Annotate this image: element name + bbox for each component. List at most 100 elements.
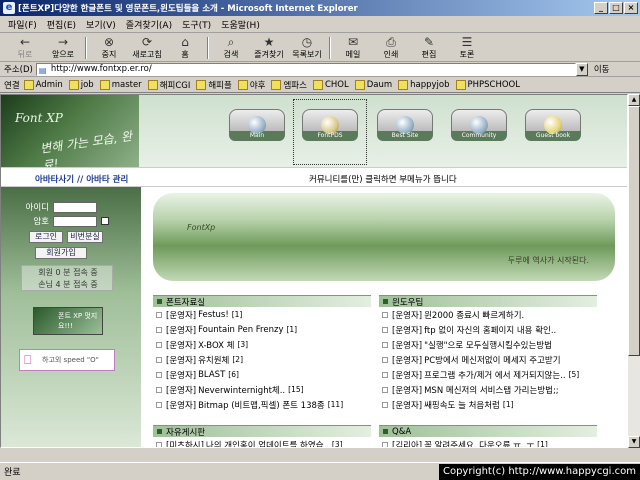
address-input[interactable]: ▤ http://www.fontxp.er.ro/ bbox=[35, 62, 576, 76]
discuss-button[interactable]: ☰ 토론 bbox=[448, 34, 486, 60]
speed-banner[interactable]: 하고외 speed "O" bbox=[19, 349, 115, 371]
nav-bestsite[interactable]: Best Site bbox=[377, 109, 433, 153]
board-header: 윈도우팁 bbox=[379, 295, 597, 308]
link-job[interactable]: job bbox=[69, 80, 94, 90]
window-titlebar[interactable]: e [폰트XP]다양한 한글폰트 및 영문폰트,윈도팁들을 소개 - Micro… bbox=[0, 0, 640, 16]
forward-button[interactable]: → 앞으로 bbox=[44, 35, 82, 60]
scroll-down-icon[interactable]: ▼ bbox=[628, 436, 640, 448]
fontxp-banner[interactable]: 폰트 XP 멋지요!!! bbox=[33, 307, 103, 335]
standard-toolbar: ← 뒤로 → 앞으로 ⊗ 중지 ⟳ 새로고침 ⌂ 홈 ⌕ 검색 ★ 즐겨찾기 ◷ 목록보기 ✉ 메… bbox=[0, 34, 640, 62]
home-button[interactable]: ⌂ 홈 bbox=[166, 35, 204, 60]
menu-file[interactable]: 파일(F) bbox=[8, 18, 37, 31]
list-item[interactable]: [운영자] Festus! [1] bbox=[153, 307, 371, 322]
refresh-button[interactable]: ⟳ 새로고침 bbox=[128, 35, 166, 60]
bullet-icon bbox=[156, 326, 162, 333]
window-title: [폰트XP]다양한 한글폰트 및 영문폰트,윈도팁들을 소개 - Microso… bbox=[18, 4, 358, 14]
link-chol[interactable]: CHOL bbox=[313, 80, 349, 90]
search-icon: ⌕ bbox=[227, 34, 235, 49]
address-url: http://www.fontxp.er.ro/ bbox=[50, 63, 152, 74]
bullet-icon bbox=[382, 441, 388, 447]
link-master[interactable]: master bbox=[100, 80, 142, 90]
list-item[interactable]: [운영자] 유치원체 [2] bbox=[153, 352, 371, 367]
edit-button[interactable]: ✎ 편집 bbox=[410, 34, 448, 60]
edit-icon: ✎ bbox=[423, 34, 435, 49]
nav-fontpds[interactable]: FontPDS bbox=[302, 109, 358, 153]
copyright-overlay: Copyright(c) http://www.happycgi.com bbox=[438, 464, 640, 480]
scroll-thumb[interactable] bbox=[628, 106, 640, 356]
site-logo[interactable]: Font XP bbox=[15, 111, 63, 125]
link-happyjob[interactable]: happyjob bbox=[398, 80, 449, 90]
bullet-icon bbox=[156, 311, 162, 318]
minimize-button[interactable]: _ bbox=[594, 2, 608, 14]
list-item[interactable]: [운영자] MSN 메신저의 서비스탭 가리는방법;; bbox=[379, 382, 597, 397]
page-viewport: Font XP 변해 가는 모습, 완료! Main FontPDS Best … bbox=[0, 94, 628, 448]
link-happyple[interactable]: 해피플 bbox=[196, 79, 231, 91]
link-admin[interactable]: Admin bbox=[24, 80, 63, 90]
list-item[interactable]: [운영자] 쌔핑속도 늘 처음처럼 [1] bbox=[379, 397, 597, 412]
search-button[interactable]: ⌕ 검색 bbox=[212, 34, 250, 60]
stop-button[interactable]: ⊗ 중지 bbox=[90, 34, 128, 60]
id-input[interactable] bbox=[53, 201, 97, 213]
menu-help[interactable]: 도움말(H) bbox=[221, 18, 260, 31]
close-button[interactable]: × bbox=[624, 2, 638, 14]
link-happycgi[interactable]: 해피CGI bbox=[148, 79, 191, 91]
discuss-icon: ☰ bbox=[461, 34, 473, 49]
nav-guestbook[interactable]: Guest book bbox=[525, 109, 581, 153]
link-phpschool[interactable]: PHPSCHOOL bbox=[456, 80, 520, 90]
list-item[interactable]: [김리아] 꼭 알려주세요. 다운오류 ㅠ..ㅜ [1] bbox=[379, 437, 597, 447]
id-row: 아이디 bbox=[9, 201, 97, 213]
print-icon: ⎙ bbox=[386, 34, 396, 49]
menu-view[interactable]: 보기(V) bbox=[86, 18, 116, 31]
hero-fontxp: FontXp bbox=[187, 223, 216, 232]
left-sidebar: 아이디 암호 로그인 비번분실 회원가입 회원 0 분 접속 중 손님 4 분 … bbox=[1, 187, 141, 447]
pw-find-button[interactable]: 비번분실 bbox=[67, 231, 103, 243]
list-item[interactable]: [운영자] 윈2000 종료시 빠르게하기. bbox=[379, 307, 597, 322]
history-button[interactable]: ◷ 목록보기 bbox=[288, 35, 326, 60]
back-arrow-icon: ← bbox=[19, 34, 31, 49]
avatar-links[interactable]: 아바타사기 // 아바타 관리 bbox=[35, 173, 128, 185]
join-button[interactable]: 회원가입 bbox=[35, 247, 87, 259]
nav-main[interactable]: Main bbox=[229, 109, 285, 153]
bullet-icon bbox=[156, 441, 162, 447]
link-daum[interactable]: Daum bbox=[355, 80, 392, 90]
hero-image: FontXp 두루에 역사가 시작된다. bbox=[153, 193, 615, 281]
list-item[interactable]: [운영자] 프로그램 추가/제거 에서 제거되지않는.. [5] bbox=[379, 367, 597, 382]
bullet-icon bbox=[382, 371, 388, 378]
remember-checkbox[interactable] bbox=[101, 217, 109, 225]
scroll-up-icon[interactable]: ▲ bbox=[628, 94, 640, 106]
list-item[interactable]: [운영자] ftp 없이 자신의 홈페이지 내용 확인.. bbox=[379, 322, 597, 337]
list-item[interactable]: [운영자] Fountain Pen Frenzy [1] bbox=[153, 322, 371, 337]
address-bar: 주소(D) ▤ http://www.fontxp.er.ro/ ▼ 이동 bbox=[0, 62, 640, 77]
address-dropdown-icon[interactable]: ▼ bbox=[575, 62, 588, 76]
favorites-button[interactable]: ★ 즐겨찾기 bbox=[250, 35, 288, 60]
mail-button[interactable]: ✉ 메일 bbox=[334, 35, 372, 60]
list-item[interactable]: [운영자] PC방에서 메신저없이 메세지 주고받기 bbox=[379, 352, 597, 367]
link-empas[interactable]: 엠파스 bbox=[271, 79, 306, 91]
back-button[interactable]: ← 뒤로 bbox=[6, 34, 44, 60]
link-yahoo[interactable]: 야후 bbox=[238, 79, 266, 91]
list-item[interactable]: [운영자] "실행"으로 모두실행시킬수있는방법 bbox=[379, 337, 597, 352]
stop-icon: ⊗ bbox=[103, 34, 115, 49]
list-item[interactable]: [운영자] Neverwinternight체.. [15] bbox=[153, 382, 371, 397]
login-button[interactable]: 로그인 bbox=[29, 231, 63, 243]
list-item[interactable]: [운영자] Bitmap (비트맵,픽셀) 폰트 138종 [11] bbox=[153, 397, 371, 412]
menu-edit[interactable]: 편집(E) bbox=[47, 18, 76, 31]
go-button[interactable]: 이동 bbox=[594, 63, 610, 75]
hero-caption: 두루에 역사가 시작된다. bbox=[507, 256, 589, 265]
nav-community[interactable]: Community bbox=[451, 109, 507, 153]
menu-tools[interactable]: 도구(T) bbox=[182, 18, 211, 31]
list-item[interactable]: [미츠하시] 나의 개인홈이 업데이트를 하였습.. [3] bbox=[153, 437, 371, 447]
print-button[interactable]: ⎙ 인쇄 bbox=[372, 34, 410, 60]
bullet-icon bbox=[156, 341, 162, 348]
members-online: 회원 0 분 접속 중 bbox=[38, 268, 98, 277]
toolbar-separator bbox=[207, 36, 209, 59]
vertical-scrollbar[interactable]: ▲ ▼ bbox=[628, 94, 640, 448]
pw-input[interactable] bbox=[53, 215, 97, 227]
site-banner: Font XP 변해 가는 모습, 완료! Main FontPDS Best … bbox=[1, 95, 627, 173]
list-item[interactable]: [운영자] X-BOX 체 [3] bbox=[153, 337, 371, 352]
bullet-icon bbox=[382, 326, 388, 333]
list-item[interactable]: [운영자] BLAST [6] bbox=[153, 367, 371, 382]
maximize-button[interactable]: □ bbox=[609, 2, 623, 14]
menu-favorites[interactable]: 즐겨찾기(A) bbox=[126, 18, 172, 31]
pw-label: 암호 bbox=[33, 217, 49, 227]
